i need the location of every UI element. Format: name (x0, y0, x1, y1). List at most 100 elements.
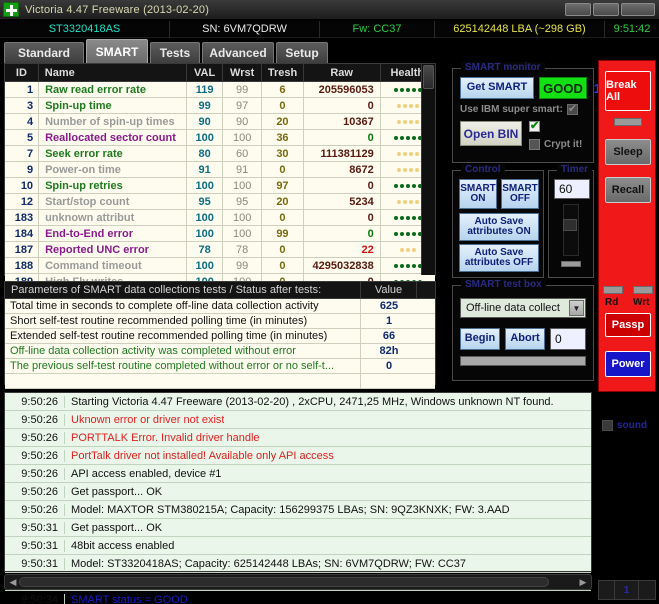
cell-name: unknown attribut (39, 209, 188, 226)
health-dot (399, 215, 404, 220)
list-item[interactable]: 9:50:26 API access enabled, device #1 (5, 465, 591, 483)
table-row[interactable]: 5 Reallocated sector count 100 100 36 0 (5, 129, 435, 146)
minimize-button[interactable] (565, 3, 591, 16)
cell-wrst: 95 (223, 193, 263, 210)
tab-standard[interactable]: Standard (4, 42, 84, 63)
chevron-down-icon[interactable]: ▼ (569, 300, 584, 316)
test-counter-input[interactable]: 0 (550, 328, 586, 350)
break-all-button[interactable]: Break All (605, 71, 651, 111)
list-item[interactable]: 9:50:31 48bit access enabled (5, 537, 591, 555)
drive-model: ST3320418AS (0, 20, 170, 38)
table-row[interactable]: 4 Number of spin-up times 90 90 20 10367 (5, 113, 435, 130)
table-row[interactable]: 184 End-to-End error 100 100 99 0 (5, 225, 435, 242)
test-type-select[interactable]: Off-line data collect ▼ (460, 298, 586, 318)
close-button[interactable] (621, 3, 655, 16)
list-item[interactable]: 9:50:26 PORTTALK Error. Invalid driver ha… (5, 429, 591, 447)
table-row[interactable]: 188 Command timeout 100 99 0 4295032838 (5, 257, 435, 274)
table-row[interactable]: 3 Spin-up time 99 97 0 0 (5, 97, 435, 114)
power-button[interactable]: Power (605, 351, 651, 377)
cell-wrst: 100 (223, 129, 263, 146)
health-dot (411, 247, 416, 252)
get-smart-button[interactable]: Get SMART (460, 77, 534, 99)
tab-setup[interactable]: Setup (276, 42, 328, 63)
scroll-left-arrow-icon[interactable]: ◀ (7, 576, 19, 588)
table-row[interactable]: 9 Power-on time 91 91 0 8672 (5, 161, 435, 178)
timer-slider-base[interactable] (561, 261, 581, 267)
log-timestamp: 9:50:31 (5, 521, 65, 534)
cell-name: Command timeout (39, 257, 188, 274)
table-row[interactable]: 12 Start/stop count 95 95 20 5234 (5, 193, 435, 210)
table-row[interactable]: 183 unknown attribut 100 100 0 0 (5, 209, 435, 226)
ibm-super-smart-checkbox[interactable]: Use IBM super smart: (460, 102, 578, 115)
bin-enable-box[interactable] (529, 119, 540, 132)
list-item[interactable]: 9:50:31 Get passport... OK (5, 519, 591, 537)
attributes-scrollbar[interactable] (421, 64, 435, 275)
smart-monitor-panel: SMART monitor Get SMART GOOD Use IBM sup… (452, 62, 594, 163)
list-item[interactable]: 9:50:26 Starting Victoria 4.47 Freeware (… (5, 393, 591, 411)
list-item[interactable]: 9:50:26 Uknown error or driver not exist (5, 411, 591, 429)
cell-raw: 0 (304, 177, 381, 194)
log-message: Starting Victoria 4.47 Freeware (2013-02… (71, 395, 554, 408)
test-type-value: Off-line data collect (466, 302, 560, 314)
cell-wrst: 91 (223, 161, 263, 178)
smart-off-button[interactable]: SMART OFF (501, 179, 539, 209)
list-item[interactable]: 9:50:31 Model: ST3320418AS; Capacity: 625… (5, 555, 591, 573)
attributes-scroll-thumb[interactable] (423, 65, 434, 89)
table-row[interactable]: 1 Raw read error rate 119 99 6 205596053 (5, 81, 435, 98)
sound-checkbox[interactable]: sound (602, 420, 647, 431)
abort-test-button[interactable]: Abort (505, 328, 545, 350)
maximize-button[interactable] (593, 3, 619, 16)
table-row[interactable]: 187 Reported UNC error 78 78 0 22 (5, 241, 435, 258)
cell-id: 3 (5, 97, 40, 114)
ibm-super-smart-box[interactable] (566, 102, 578, 115)
smart-status-badge: GOOD (539, 77, 587, 99)
health-dot (402, 199, 407, 204)
attributes-header-row: ID Name VAL Wrst Tresh Raw Health (5, 64, 435, 82)
log-message: Get passport... OK (71, 485, 163, 498)
sound-checkbox-box[interactable] (602, 420, 613, 431)
cell-id: 5 (5, 129, 40, 146)
autosave-attributes-on-button[interactable]: Auto Save attributes ON (459, 213, 539, 241)
health-dot (414, 119, 419, 124)
table-row[interactable]: The previous self-test routine completed… (5, 358, 435, 374)
bin-enable-checkbox[interactable] (529, 119, 540, 132)
list-item[interactable]: 9:50:34 SMART status = GOOD (5, 591, 591, 604)
recall-button[interactable]: Recall (605, 177, 651, 203)
parameters-body: Total time in seconds to complete off-li… (5, 298, 435, 389)
health-dot (402, 167, 407, 172)
health-dot (408, 167, 413, 172)
list-item[interactable]: 9:50:26 PortTalk driver not installed! Av… (5, 447, 591, 465)
table-row[interactable]: 10 Spin-up retries 100 100 97 0 (5, 177, 435, 194)
timer-input[interactable]: 60 (554, 179, 590, 199)
crypt-it-checkbox[interactable]: Crypt it! (529, 139, 582, 150)
open-bin-button[interactable]: Open BIN (460, 121, 522, 146)
begin-test-button[interactable]: Begin (460, 328, 500, 350)
health-dot (393, 231, 398, 236)
cell-raw: 0 (304, 129, 381, 146)
passport-button[interactable]: Passp (605, 313, 651, 337)
table-row[interactable]: 7 Seek error rate 80 60 30 111381129 (5, 145, 435, 162)
health-dot (411, 87, 416, 92)
timer-slider-knob[interactable] (563, 219, 577, 231)
tab-advanced[interactable]: Advanced (202, 42, 274, 63)
log-scroll-thumb[interactable] (19, 577, 549, 587)
autosave-attributes-off-button[interactable]: Auto Save attributes OFF (459, 244, 539, 272)
window-buttons[interactable] (565, 3, 655, 16)
table-row[interactable]: Short self-test routine recommended poll… (5, 313, 435, 329)
tab-bar: Standard SMART Tests Advanced Setup API … (0, 39, 659, 96)
list-item[interactable]: 9:50:26 Model: MAXTOR STM380215A; Capacit… (5, 501, 591, 519)
sleep-button[interactable]: Sleep (605, 139, 651, 165)
smart-on-button[interactable]: SMART ON (459, 179, 497, 209)
log-horizontal-scrollbar[interactable]: ◀ ▶ (4, 574, 592, 590)
table-row[interactable]: Total time in seconds to complete off-li… (5, 298, 435, 314)
list-item[interactable]: 9:50:26 Get passport... OK (5, 483, 591, 501)
tab-tests[interactable]: Tests (150, 42, 200, 63)
table-row[interactable]: Extended self-test routine recommended p… (5, 328, 435, 344)
tab-smart[interactable]: SMART (86, 39, 148, 63)
health-dot (399, 135, 404, 140)
table-row[interactable]: Off-line data collection activity was co… (5, 343, 435, 359)
health-dot (414, 167, 419, 172)
app-logo-icon (3, 2, 19, 17)
scroll-right-arrow-icon[interactable]: ▶ (577, 576, 589, 588)
crypt-it-box[interactable] (529, 139, 540, 150)
